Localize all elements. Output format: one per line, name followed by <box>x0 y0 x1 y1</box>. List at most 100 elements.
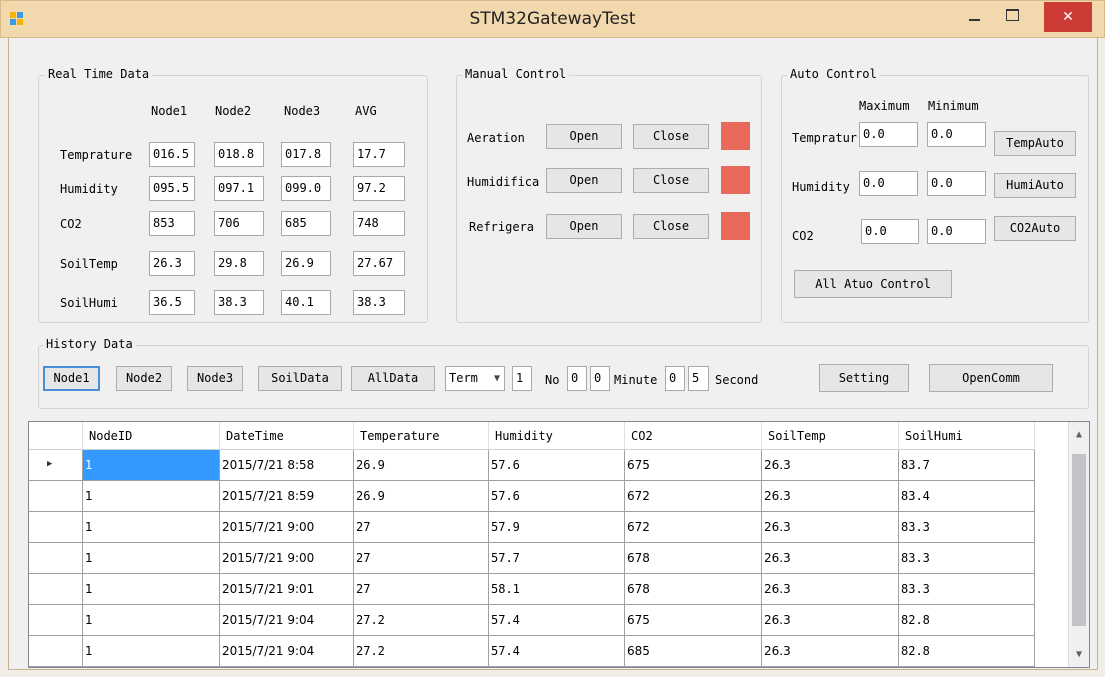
close-button[interactable]: ✕ <box>1044 2 1092 32</box>
grid-row-header[interactable] <box>29 605 83 636</box>
grid-cell[interactable]: 26.3 <box>762 574 899 605</box>
humi-auto-button[interactable]: HumiAuto <box>994 173 1076 198</box>
history-node3-button[interactable]: Node3 <box>187 366 243 391</box>
grid-cell[interactable]: 675 <box>625 450 762 481</box>
grid-cell[interactable]: 57.4 <box>489 605 625 636</box>
rt-value-field[interactable]: 27.67 <box>353 251 405 276</box>
grid-row-header[interactable] <box>29 543 83 574</box>
grid-cell[interactable]: 27 <box>354 543 489 574</box>
grid-cell[interactable]: 83.3 <box>899 512 1035 543</box>
rt-value-field[interactable]: 706 <box>214 211 264 236</box>
rt-value-field[interactable]: 36.5 <box>149 290 195 315</box>
rt-value-field[interactable]: 018.8 <box>214 142 264 167</box>
grid-cell[interactable]: 26.3 <box>762 450 899 481</box>
refrigerator-open-button[interactable]: Open <box>546 214 622 239</box>
rt-value-field[interactable]: 26.9 <box>281 251 331 276</box>
grid-row-header[interactable] <box>29 481 83 512</box>
grid-cell[interactable]: 83.7 <box>899 450 1035 481</box>
rt-value-field[interactable]: 017.8 <box>281 142 331 167</box>
grid-col-header[interactable]: DateTime <box>220 422 354 450</box>
grid-cell[interactable]: 83.3 <box>899 543 1035 574</box>
rt-value-field[interactable]: 095.5 <box>149 176 195 201</box>
rt-value-field[interactable]: 38.3 <box>353 290 405 315</box>
grid-col-header[interactable]: SoilTemp <box>762 422 899 450</box>
grid-cell[interactable]: 672 <box>625 512 762 543</box>
minute-input-tens[interactable]: 0 <box>567 366 587 391</box>
rt-value-field[interactable]: 748 <box>353 211 405 236</box>
scroll-down-icon[interactable]: ▼ <box>1069 646 1089 664</box>
grid-row-header[interactable] <box>29 574 83 605</box>
scroll-up-icon[interactable]: ▲ <box>1069 426 1089 444</box>
grid-cell[interactable]: 1 <box>83 450 220 481</box>
grid-col-header[interactable]: Temperature <box>354 422 489 450</box>
grid-cell[interactable]: 57.7 <box>489 543 625 574</box>
setting-button[interactable]: Setting <box>819 364 909 392</box>
humi-max-input[interactable]: 0.0 <box>859 171 918 196</box>
grid-cell[interactable]: 2015/7/21 9:04 <box>220 636 354 667</box>
all-auto-control-button[interactable]: All Atuo Control <box>794 270 952 298</box>
rt-value-field[interactable]: 26.3 <box>149 251 195 276</box>
grid-cell[interactable]: 2015/7/21 8:59 <box>220 481 354 512</box>
rt-value-field[interactable]: 38.3 <box>214 290 264 315</box>
grid-cell[interactable]: 1 <box>83 605 220 636</box>
rt-value-field[interactable]: 97.2 <box>353 176 405 201</box>
humidifier-open-button[interactable]: Open <box>546 168 622 193</box>
rt-value-field[interactable]: 016.5 <box>149 142 195 167</box>
grid-cell[interactable]: 675 <box>625 605 762 636</box>
grid-cell[interactable]: 27 <box>354 512 489 543</box>
grid-cell[interactable]: 2015/7/21 9:04 <box>220 605 354 636</box>
grid-cell[interactable]: 678 <box>625 543 762 574</box>
grid-cell[interactable]: 27.2 <box>354 605 489 636</box>
history-alldata-button[interactable]: AllData <box>351 366 435 391</box>
grid-row-header[interactable]: ▶ <box>29 450 83 481</box>
grid-col-header[interactable]: CO2 <box>625 422 762 450</box>
grid-row-header[interactable] <box>29 636 83 667</box>
grid-cell[interactable]: 26.9 <box>354 450 489 481</box>
maximize-button[interactable] <box>998 2 1028 32</box>
rt-value-field[interactable]: 40.1 <box>281 290 331 315</box>
grid-col-header[interactable]: SoilHumi <box>899 422 1035 450</box>
grid-cell[interactable]: 58.1 <box>489 574 625 605</box>
grid-cell[interactable]: 1 <box>83 574 220 605</box>
grid-cell[interactable]: 27 <box>354 574 489 605</box>
refrigerator-close-button[interactable]: Close <box>633 214 709 239</box>
grid-cell[interactable]: 1 <box>83 636 220 667</box>
scrollbar-thumb[interactable] <box>1072 454 1086 626</box>
grid-cell[interactable]: 26.3 <box>762 636 899 667</box>
temp-min-input[interactable]: 0.0 <box>927 122 986 147</box>
grid-cell[interactable]: 2015/7/21 9:00 <box>220 543 354 574</box>
co2-max-input[interactable]: 0.0 <box>861 219 919 244</box>
grid-cell[interactable]: 2015/7/21 9:01 <box>220 574 354 605</box>
grid-cell[interactable]: 57.9 <box>489 512 625 543</box>
rt-value-field[interactable]: 685 <box>281 211 331 236</box>
grid-cell[interactable]: 82.8 <box>899 605 1035 636</box>
humidifier-close-button[interactable]: Close <box>633 168 709 193</box>
temp-auto-button[interactable]: TempAuto <box>994 131 1076 156</box>
grid-cell[interactable]: 2015/7/21 8:58 <box>220 450 354 481</box>
minimize-button[interactable] <box>960 2 990 32</box>
rt-value-field[interactable]: 853 <box>149 211 195 236</box>
grid-cell[interactable]: 57.4 <box>489 636 625 667</box>
aeration-close-button[interactable]: Close <box>633 124 709 149</box>
grid-cell[interactable]: 83.4 <box>899 481 1035 512</box>
grid-cell[interactable]: 27.2 <box>354 636 489 667</box>
grid-cell[interactable]: 57.6 <box>489 481 625 512</box>
opencomm-button[interactable]: OpenComm <box>929 364 1053 392</box>
term-select[interactable]: Term ▼ <box>445 366 505 391</box>
grid-cell[interactable]: 1 <box>83 512 220 543</box>
grid-cell[interactable]: 1 <box>83 481 220 512</box>
aeration-open-button[interactable]: Open <box>546 124 622 149</box>
grid-vertical-scrollbar[interactable]: ▲ ▼ <box>1068 422 1089 667</box>
grid-cell[interactable]: 26.3 <box>762 481 899 512</box>
minute-input-ones[interactable]: 0 <box>590 366 610 391</box>
history-node2-button[interactable]: Node2 <box>116 366 172 391</box>
grid-row-header[interactable] <box>29 512 83 543</box>
grid-cell[interactable]: 678 <box>625 574 762 605</box>
grid-cell[interactable]: 82.8 <box>899 636 1035 667</box>
grid-cell[interactable]: 1 <box>83 543 220 574</box>
grid-cell[interactable]: 83.3 <box>899 574 1035 605</box>
humi-min-input[interactable]: 0.0 <box>927 171 986 196</box>
grid-cell[interactable]: 26.3 <box>762 543 899 574</box>
history-soildata-button[interactable]: SoilData <box>258 366 342 391</box>
co2-auto-button[interactable]: CO2Auto <box>994 216 1076 241</box>
